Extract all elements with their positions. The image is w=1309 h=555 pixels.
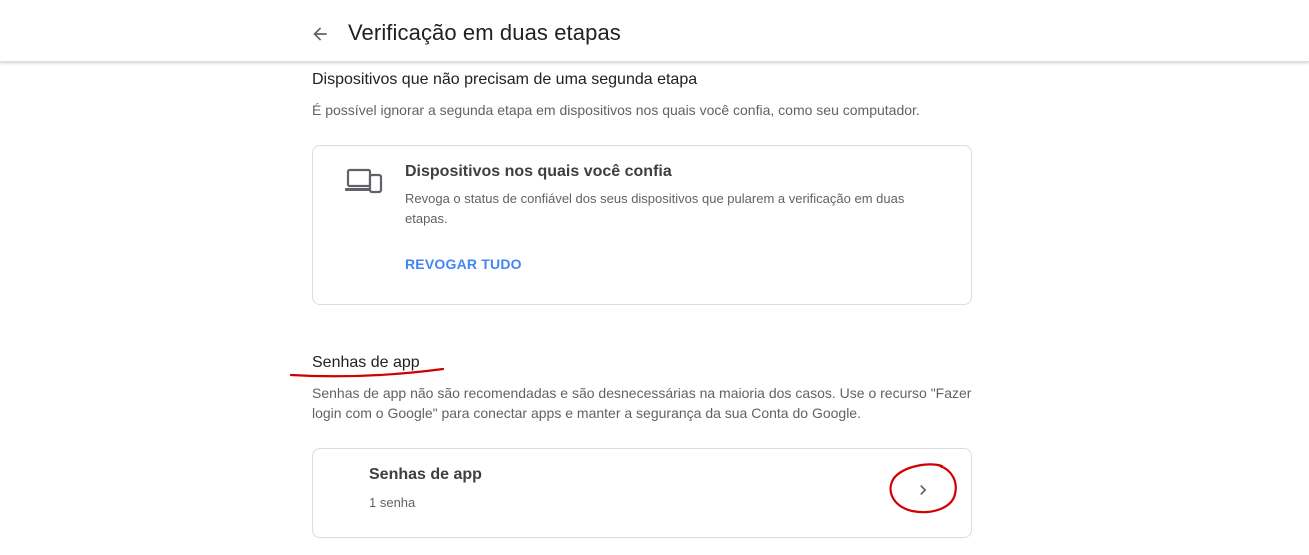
section-description-app-passwords: Senhas de app não são recomendadas e são… xyxy=(312,385,972,421)
app-passwords-card[interactable]: Senhas de app 1 senha xyxy=(312,448,972,538)
section-description-trusted-devices: É possível ignorar a segunda etapa em di… xyxy=(312,102,920,118)
page-title: Verificação em duas etapas xyxy=(348,20,621,45)
trusted-devices-card-title: Dispositivos nos quais você confia xyxy=(405,163,672,180)
trusted-devices-card: Dispositivos nos quais você confia Revog… xyxy=(312,145,972,305)
arrow-back-icon xyxy=(313,27,327,41)
top-bar: Verificação em duas etapas xyxy=(0,0,1309,62)
app-passwords-card-title: Senhas de app xyxy=(369,466,482,483)
app-passwords-count: 1 senha xyxy=(369,495,416,510)
chevron-right-icon[interactable] xyxy=(913,480,933,500)
trusted-devices-card-description: Revoga o status de confiável dos seus di… xyxy=(405,191,905,226)
back-button[interactable] xyxy=(306,20,334,48)
devices-icon xyxy=(345,168,383,196)
section-heading-app-passwords: Senhas de app xyxy=(312,354,420,371)
revoke-all-button[interactable]: REVOGAR TUDO xyxy=(405,256,522,272)
section-heading-trusted-devices: Dispositivos que não precisam de uma seg… xyxy=(312,71,698,88)
